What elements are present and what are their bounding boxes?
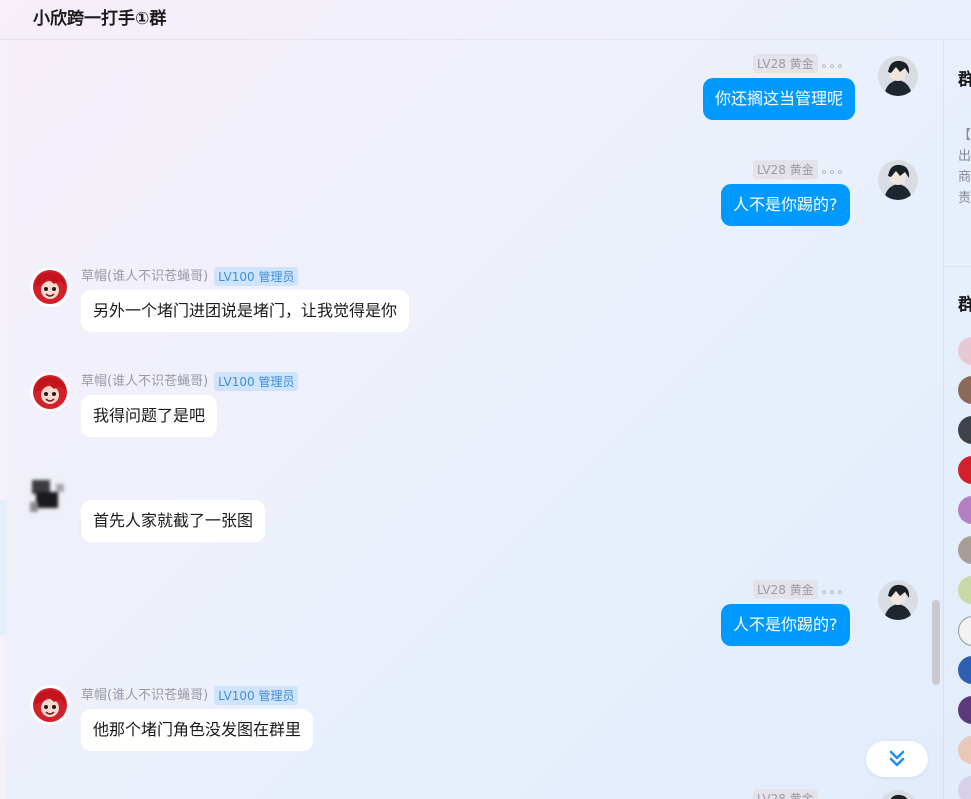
message-bubble[interactable]: 你还搁这当管理呢	[703, 78, 856, 120]
members-title[interactable]: 群	[958, 290, 971, 315]
sender-name[interactable]: 草帽(谁人不识苍蝇哥)	[81, 374, 208, 389]
member-avatar[interactable]	[958, 496, 971, 524]
sender-meta: LV28 黄金。。。	[753, 54, 852, 73]
admin-badge: LV100 管理员	[214, 267, 299, 286]
sender-name[interactable]: 草帽(谁人不识苍蝇哥)	[81, 688, 208, 703]
user-avatar[interactable]	[878, 160, 918, 200]
sender-meta: LV28 黄金。。。	[753, 580, 852, 599]
double-chevron-down-icon	[889, 750, 905, 767]
member-avatar[interactable]	[958, 337, 971, 365]
level-badge: LV28 黄金	[753, 789, 818, 799]
message-bubble[interactable]: 我得问题了是吧	[81, 395, 218, 437]
sender-avatar[interactable]	[30, 685, 70, 725]
sender-meta: 草帽(谁人不识苍蝇哥) LV100 管理员	[81, 265, 299, 286]
member-avatar[interactable]	[958, 776, 971, 799]
sender-name[interactable]: 草帽(谁人不识苍蝇哥)	[81, 269, 208, 284]
sender-meta: LV28 黄金。。。	[753, 160, 852, 179]
admin-badge: LV100 管理员	[214, 686, 299, 705]
message-list[interactable]: LV28 黄金。。。 你还搁这当管理呢 LV28 黄金。。。 人不是你踢的? 草…	[6, 41, 944, 799]
member-avatar[interactable]	[958, 536, 971, 564]
sender-name: 。。。	[821, 582, 852, 596]
sender-avatar[interactable]	[26, 474, 66, 514]
member-avatar[interactable]	[958, 696, 971, 724]
announcement-text[interactable]: 【的出商责	[958, 125, 971, 209]
member-avatar[interactable]	[958, 576, 971, 604]
member-avatar[interactable]	[958, 736, 971, 764]
user-avatar[interactable]	[878, 580, 918, 620]
message-bubble[interactable]: 人不是你踢的?	[721, 184, 850, 226]
chat-header: 小欣跨一打手①群	[0, 0, 971, 40]
member-avatar[interactable]	[958, 376, 971, 404]
message-bubble[interactable]: 另外一个堵门进团说是堵门，让我觉得是你	[81, 290, 410, 332]
chat-scrollbar[interactable]	[932, 600, 940, 685]
sender-meta: 草帽(谁人不识苍蝇哥) LV100 管理员	[81, 684, 299, 705]
sender-meta: 草帽(谁人不识苍蝇哥) LV100 管理员	[81, 370, 299, 391]
member-avatar[interactable]	[958, 616, 971, 646]
member-avatar[interactable]	[958, 416, 971, 444]
announcement-title[interactable]: 群	[958, 65, 971, 90]
scroll-to-bottom-button[interactable]	[866, 741, 928, 777]
sender-avatar[interactable]	[30, 267, 70, 307]
level-badge: LV28 黄金	[753, 54, 818, 73]
member-avatar[interactable]	[958, 656, 971, 684]
level-badge: LV28 黄金	[753, 580, 818, 599]
message-bubble[interactable]: 他那个堵门角色没发图在群里	[81, 709, 314, 751]
user-avatar[interactable]	[878, 56, 918, 96]
sender-avatar[interactable]	[30, 372, 70, 412]
sender-name: 。。。	[821, 791, 852, 799]
sender-meta: LV28 黄金。。。	[753, 789, 852, 799]
sender-name: 。。。	[821, 162, 852, 176]
sender-name: 。。。	[821, 56, 852, 70]
message-bubble[interactable]: 首先人家就截了一张图	[81, 500, 266, 542]
member-avatar[interactable]	[958, 456, 971, 484]
group-info-panel: 群 【的出商责 群	[943, 41, 971, 799]
group-title[interactable]: 小欣跨一打手①群	[33, 4, 166, 29]
admin-badge: LV100 管理员	[214, 372, 299, 391]
user-avatar[interactable]	[878, 790, 918, 799]
level-badge: LV28 黄金	[753, 160, 818, 179]
message-bubble[interactable]: 人不是你踢的?	[721, 604, 850, 646]
panel-divider	[944, 266, 971, 267]
